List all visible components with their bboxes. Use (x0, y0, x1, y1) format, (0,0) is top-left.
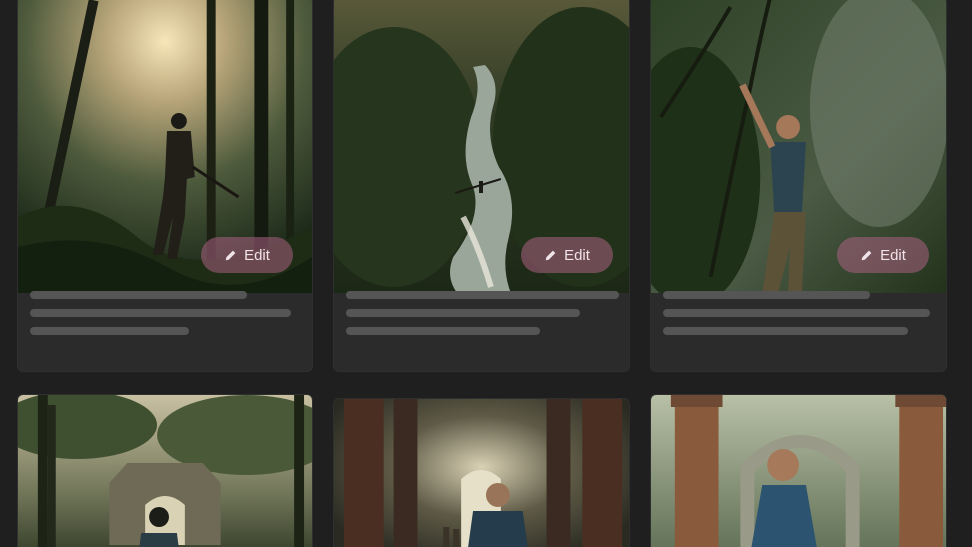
gallery-card[interactable] (17, 394, 313, 547)
skeleton-line (346, 291, 619, 299)
skeleton-line (663, 327, 908, 335)
edit-button-label: Edit (244, 246, 270, 264)
gallery-card[interactable]: Edit (650, 0, 947, 372)
skeleton-line (663, 291, 870, 299)
card-image-man-in-ancient-corridor[interactable] (334, 399, 629, 547)
skeleton-line (30, 309, 291, 317)
card-image-jungle-temple-ruins[interactable] (18, 395, 312, 547)
edit-button[interactable]: Edit (201, 237, 293, 273)
skeleton-line (346, 327, 540, 335)
card-metadata-placeholder (651, 277, 946, 371)
skeleton-line (30, 291, 247, 299)
pencil-icon (861, 250, 872, 260)
pencil-icon (225, 250, 236, 260)
edit-button-label: Edit (564, 246, 590, 264)
gallery-card[interactable]: Edit (17, 0, 313, 372)
skeleton-line (30, 327, 189, 335)
edit-button-label: Edit (880, 246, 906, 264)
pencil-icon (545, 250, 556, 260)
gallery-card[interactable]: Edit (333, 0, 630, 372)
edit-button[interactable]: Edit (837, 237, 929, 273)
gallery-card[interactable] (650, 394, 947, 547)
gallery-card[interactable] (333, 398, 630, 547)
skeleton-line (346, 309, 580, 317)
skeleton-line (663, 309, 930, 317)
card-metadata-placeholder (334, 277, 629, 371)
image-gallery: Edit Edit Edit (0, 0, 972, 547)
card-metadata-placeholder (18, 277, 312, 371)
card-image-man-in-temple-archway[interactable] (651, 395, 946, 547)
edit-button[interactable]: Edit (521, 237, 613, 273)
